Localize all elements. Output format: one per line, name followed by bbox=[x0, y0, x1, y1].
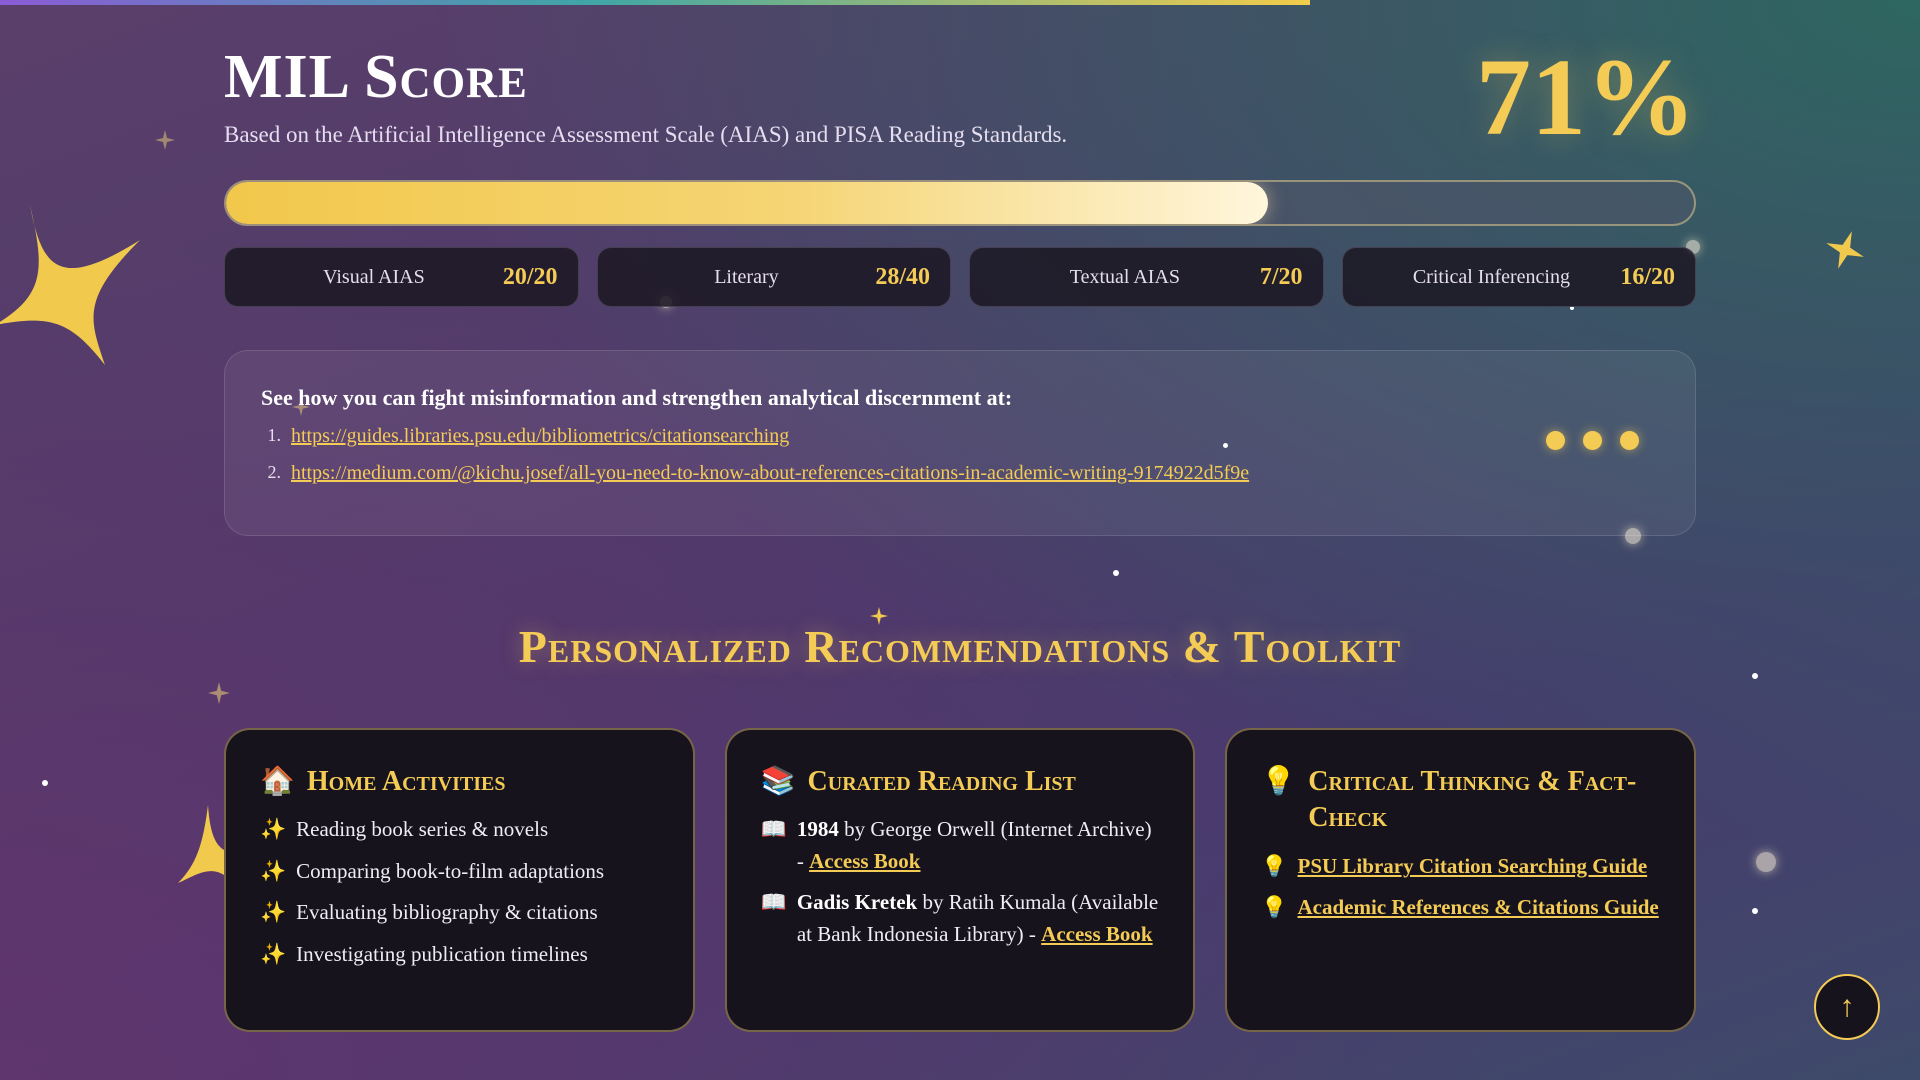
card-title-text: Curated Reading List bbox=[807, 766, 1076, 797]
recommendation-cards: 🏠 Home Activities ✨ Reading book series &… bbox=[224, 728, 1697, 1032]
metric-label: Critical Inferencing bbox=[1412, 265, 1570, 288]
activity-text: Evaluating bibliography & citations bbox=[296, 900, 598, 925]
card-title-text: Home Activities bbox=[306, 766, 506, 797]
sparkles-icon: ✨ bbox=[260, 941, 287, 966]
arrow-up-icon: ↑ bbox=[1839, 990, 1855, 1023]
glow-orb bbox=[1756, 852, 1776, 872]
resource-link-medium[interactable]: https://medium.com/@kichu.josef/all-you-… bbox=[291, 462, 1249, 485]
small-star-icon bbox=[1826, 231, 1864, 269]
list-item: 💡 Academic References & Citations Guide bbox=[1261, 892, 1660, 924]
metric-value: 7/20 bbox=[1259, 263, 1303, 290]
score-title: MIL Score bbox=[224, 43, 528, 111]
metrics-row: Visual AIAS 20/20 Literary 28/40 Textual… bbox=[224, 247, 1696, 307]
metric-label: Visual AIAS bbox=[323, 265, 425, 288]
metric-value: 20/20 bbox=[502, 263, 558, 290]
book-entry: 1984 by George Orwell (Internet Archive)… bbox=[797, 814, 1160, 877]
score-progress-fill bbox=[226, 182, 1269, 224]
lightbulb-icon: 💡 bbox=[1261, 853, 1288, 878]
psu-guide-link[interactable]: PSU Library Citation Searching Guide bbox=[1298, 851, 1648, 883]
list-item: 1. https://guides.libraries.psu.edu/bibl… bbox=[261, 425, 1659, 448]
book-title: Gadis Kretek bbox=[796, 890, 918, 915]
loading-dots bbox=[1546, 431, 1639, 450]
list-item: ✨ Investigating publication timelines bbox=[260, 939, 659, 971]
list-item: 💡 PSU Library Citation Searching Guide bbox=[1261, 851, 1660, 883]
big-star-icon bbox=[0, 205, 140, 365]
sparkles-icon: ✨ bbox=[260, 817, 287, 842]
star-dot bbox=[1752, 673, 1758, 679]
sparkle-icon bbox=[155, 130, 175, 150]
metric-textual-aias: Textual AIAS 7/20 bbox=[969, 247, 1324, 307]
activity-text: Reading book series & novels bbox=[296, 817, 549, 842]
activity-list: ✨ Reading book series & novels ✨ Comparing… bbox=[260, 814, 659, 970]
list-item: ✨ Comparing book-to-film adaptations bbox=[260, 856, 659, 888]
list-item: 2. https://medium.com/@kichu.josef/all-y… bbox=[261, 462, 1659, 485]
metric-label: Literary bbox=[714, 265, 779, 288]
resources-title: See how you can fight misinformation and… bbox=[261, 385, 1013, 410]
card-title: 💡 Critical Thinking & Fact-Check bbox=[1261, 764, 1660, 837]
star-dot bbox=[1113, 570, 1119, 576]
partial-star-icon bbox=[178, 805, 224, 883]
card-title-text: Critical Thinking & Fact-Check bbox=[1308, 766, 1637, 834]
dot-icon bbox=[1546, 431, 1565, 450]
score-progress-bar bbox=[224, 180, 1696, 226]
resources-panel: See how you can fight misinformation and… bbox=[224, 350, 1696, 536]
books-icon: 📚 bbox=[760, 766, 796, 797]
list-item: ✨ Evaluating bibliography & citations bbox=[260, 897, 659, 929]
top-gradient-bar bbox=[0, 0, 1310, 5]
list-item: 📖 1984 by George Orwell (Internet Archiv… bbox=[761, 814, 1160, 877]
score-percent: 71% bbox=[1476, 36, 1696, 158]
sparkles-icon: ✨ bbox=[260, 858, 287, 883]
metric-literary: Literary 28/40 bbox=[596, 247, 951, 307]
dot-icon bbox=[1583, 431, 1602, 450]
card-title: 📚 Curated Reading List bbox=[761, 764, 1160, 800]
resource-link-psu[interactable]: https://guides.libraries.psu.edu/bibliom… bbox=[291, 425, 789, 448]
dot-icon bbox=[1620, 431, 1639, 450]
metric-value: 28/40 bbox=[875, 263, 930, 290]
metric-value: 16/20 bbox=[1620, 263, 1675, 290]
house-icon: 🏠 bbox=[260, 766, 295, 797]
critical-thinking-card: 💡 Critical Thinking & Fact-Check 💡 PSU Li… bbox=[1225, 728, 1697, 1032]
reading-list-card: 📚 Curated Reading List 📖 1984 by George … bbox=[724, 728, 1196, 1032]
access-book-link-1984[interactable]: Access Book bbox=[809, 849, 920, 873]
metric-critical-inferencing: Critical Inferencing 16/20 bbox=[1341, 247, 1696, 307]
score-header: MIL Score Based on the Artificial Intell… bbox=[224, 42, 1696, 152]
resources-list: 1. https://guides.libraries.psu.edu/bibl… bbox=[261, 425, 1659, 485]
list-number: 2. bbox=[267, 462, 282, 482]
book-entry: Gadis Kretek by Ratih Kumala (Available … bbox=[797, 887, 1160, 950]
citations-guide-link[interactable]: Academic References & Citations Guide bbox=[1298, 892, 1659, 924]
lightbulb-icon: 💡 bbox=[1261, 766, 1297, 797]
score-subtitle: Based on the Artificial Intelligence Ass… bbox=[224, 122, 1068, 147]
reading-list: 📖 1984 by George Orwell (Internet Archiv… bbox=[761, 814, 1160, 950]
home-activities-card: 🏠 Home Activities ✨ Reading book series &… bbox=[224, 728, 695, 1032]
list-item: ✨ Reading book series & novels bbox=[260, 814, 659, 846]
lightbulb-icon: 💡 bbox=[1261, 895, 1288, 920]
open-book-icon: 📖 bbox=[760, 890, 787, 915]
star-dot bbox=[42, 780, 48, 786]
sparkle-icon bbox=[208, 682, 230, 704]
card-title: 🏠 Home Activities bbox=[260, 764, 659, 800]
recommendations-title: Personalized Recommendations & Toolkit bbox=[518, 621, 1402, 672]
access-book-link-gadis-kretek[interactable]: Access Book bbox=[1041, 922, 1152, 946]
metric-visual-aias: Visual AIAS 20/20 bbox=[224, 247, 579, 307]
activity-text: Comparing book-to-film adaptations bbox=[296, 858, 605, 883]
star-dot bbox=[1752, 908, 1758, 914]
list-number: 1. bbox=[267, 425, 282, 445]
metric-label: Textual AIAS bbox=[1069, 265, 1181, 288]
book-title: 1984 bbox=[796, 817, 839, 842]
sparkles-icon: ✨ bbox=[260, 900, 287, 925]
scroll-to-top-button[interactable]: ↑ bbox=[1814, 974, 1880, 1040]
list-item: 📖 Gadis Kretek by Ratih Kumala (Availabl… bbox=[761, 887, 1160, 950]
activity-text: Investigating publication timelines bbox=[296, 941, 588, 966]
open-book-icon: 📖 bbox=[760, 817, 787, 842]
guide-list: 💡 PSU Library Citation Searching Guide 💡 A… bbox=[1261, 851, 1660, 924]
